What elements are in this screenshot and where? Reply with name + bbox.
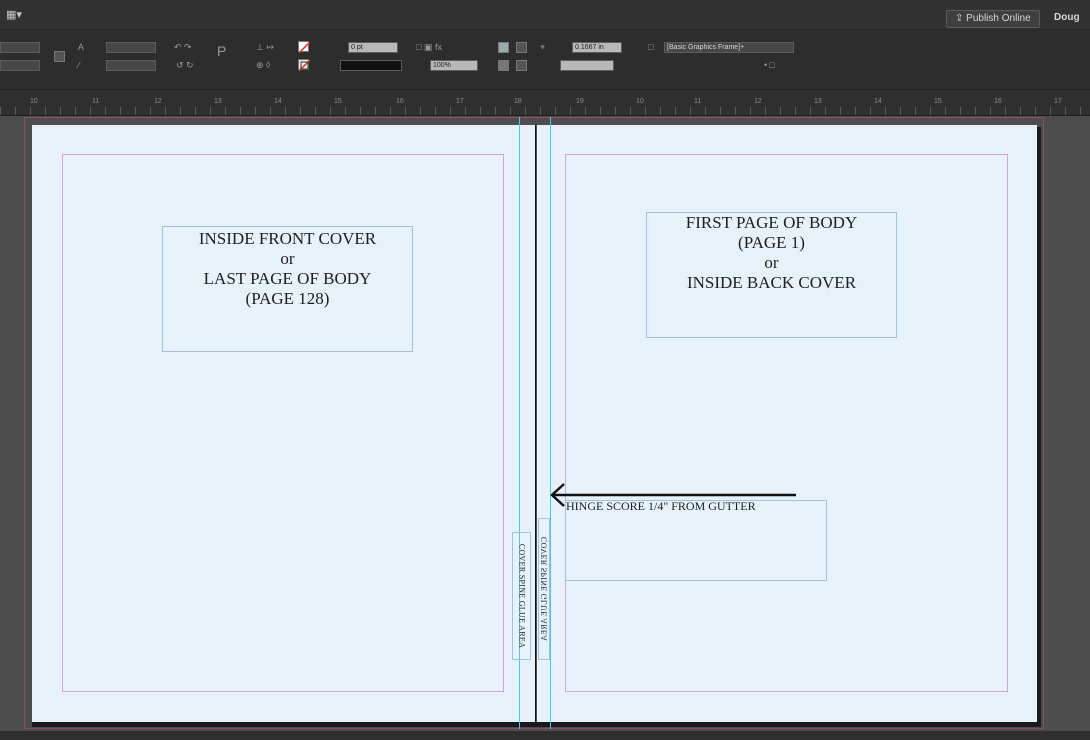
status-bar: [0, 731, 1090, 740]
scale-y-icon: ∕: [78, 60, 80, 70]
object-style-icon: □: [648, 42, 654, 52]
stroke-swatch-icon[interactable]: [298, 59, 310, 71]
align-left-icon[interactable]: [498, 60, 509, 71]
inside-front-cover-frame[interactable]: INSIDE FRONT COVER or LAST PAGE OF BODY …: [162, 226, 413, 352]
scale-x-field[interactable]: [106, 42, 156, 53]
horizontal-ruler[interactable]: 10 11 12 13 14 15 16 17 18 19 10 11 12 1…: [0, 90, 1090, 116]
constrain-proportions-icon[interactable]: [54, 51, 65, 62]
scale-y-field[interactable]: [106, 60, 156, 71]
ruler-number: 18: [514, 98, 522, 105]
spine-glue-frame-right[interactable]: COVER SPINE GLUE AREA: [538, 518, 550, 660]
rotate-icon[interactable]: ↶ ↷: [174, 42, 192, 53]
ruler-number: 17: [456, 98, 464, 105]
ruler-number: 13: [214, 98, 222, 105]
hinge-arrow-icon: [550, 483, 796, 507]
frame-fitting-icons[interactable]: □ ▣ fx: [416, 42, 442, 53]
frame-text-line: (PAGE 128): [245, 289, 330, 308]
user-name[interactable]: Doug: [1054, 12, 1080, 23]
ruler-number: 16: [396, 98, 404, 105]
frame-text-line: or: [280, 249, 295, 268]
ruler-number: 19: [576, 98, 584, 105]
x-position-field[interactable]: [0, 42, 40, 53]
ruler-number: 11: [694, 98, 702, 105]
spine-guide-right[interactable]: [550, 117, 551, 729]
workspace-menu-icon[interactable]: ▦▾: [6, 8, 22, 21]
y-position-field[interactable]: [0, 60, 40, 71]
reference-point-icon[interactable]: P: [217, 44, 226, 58]
ruler-number: 16: [994, 98, 1002, 105]
ruler-number: 15: [334, 98, 342, 105]
ruler-number: 14: [874, 98, 882, 105]
object-style-dropdown[interactable]: [Basic Graphics Frame]+: [664, 42, 794, 53]
opacity-field[interactable]: 100%: [430, 60, 478, 71]
ruler-number: 15: [934, 98, 942, 105]
ruler-number: 10: [30, 98, 38, 105]
scale-x-icon: A: [78, 42, 85, 52]
align-bottom-icon[interactable]: [516, 60, 527, 71]
frame-text-line: INSIDE FRONT COVER: [198, 229, 377, 248]
spine-glue-frame-left[interactable]: COVER SPINE GLUE AREA: [512, 532, 531, 660]
frame-text-line: INSIDE BACK COVER: [686, 273, 857, 292]
fitting-offset-field[interactable]: 0.1667 in: [572, 42, 622, 53]
ruler-number: 13: [814, 98, 822, 105]
ruler-number: 12: [154, 98, 162, 105]
control-panel: A ∕ ↶ ↷ P ↺ ↻ ⊥ ↦ ⊕ ◊ 0 pt □ ▣ fx 100% ⌖…: [0, 30, 1090, 90]
application-bar: ▦▾ ⇪ Publish Online Doug: [0, 0, 1090, 30]
page-shadow-bottom: [32, 722, 1038, 727]
spine-glue-label-right: COVER SPINE GLUE AREA: [539, 536, 549, 642]
quick-apply-icon[interactable]: • □: [764, 60, 775, 71]
first-page-of-body-frame[interactable]: FIRST PAGE OF BODY (PAGE 1) or INSIDE BA…: [646, 212, 897, 338]
flip-vertical-icon[interactable]: ⊕ ◊: [256, 60, 271, 71]
stroke-type-dropdown[interactable]: [340, 60, 402, 71]
publish-online-button[interactable]: ⇪ Publish Online: [946, 10, 1040, 28]
frame-text-line: or: [764, 253, 779, 272]
align-top-icon[interactable]: [498, 42, 509, 53]
frame-text-line: LAST PAGE OF BODY: [203, 269, 372, 288]
fill-tint-field[interactable]: [560, 60, 614, 71]
stroke-weight-field[interactable]: 0 pt: [348, 42, 398, 53]
wrap-icon[interactable]: ⌖: [540, 42, 545, 53]
ruler-ticks: [0, 107, 1090, 115]
ruler-number: 10: [636, 98, 644, 105]
align-center-icon[interactable]: [516, 42, 527, 53]
ruler-number: 17: [1054, 98, 1062, 105]
frame-text-line: (PAGE 1): [738, 233, 805, 252]
shear-icon[interactable]: ↺ ↻: [176, 60, 194, 71]
fill-swatch-icon[interactable]: [298, 41, 310, 53]
page-shadow-right: [1037, 127, 1041, 727]
ruler-number: 11: [92, 98, 100, 105]
flip-horizontal-icon[interactable]: ⊥ ↦: [256, 42, 274, 53]
spine-glue-label-left: COVER SPINE GLUE AREA: [517, 543, 526, 649]
ruler-number: 12: [754, 98, 762, 105]
frame-text-line: FIRST PAGE OF BODY: [685, 213, 858, 232]
ruler-number: 14: [274, 98, 282, 105]
